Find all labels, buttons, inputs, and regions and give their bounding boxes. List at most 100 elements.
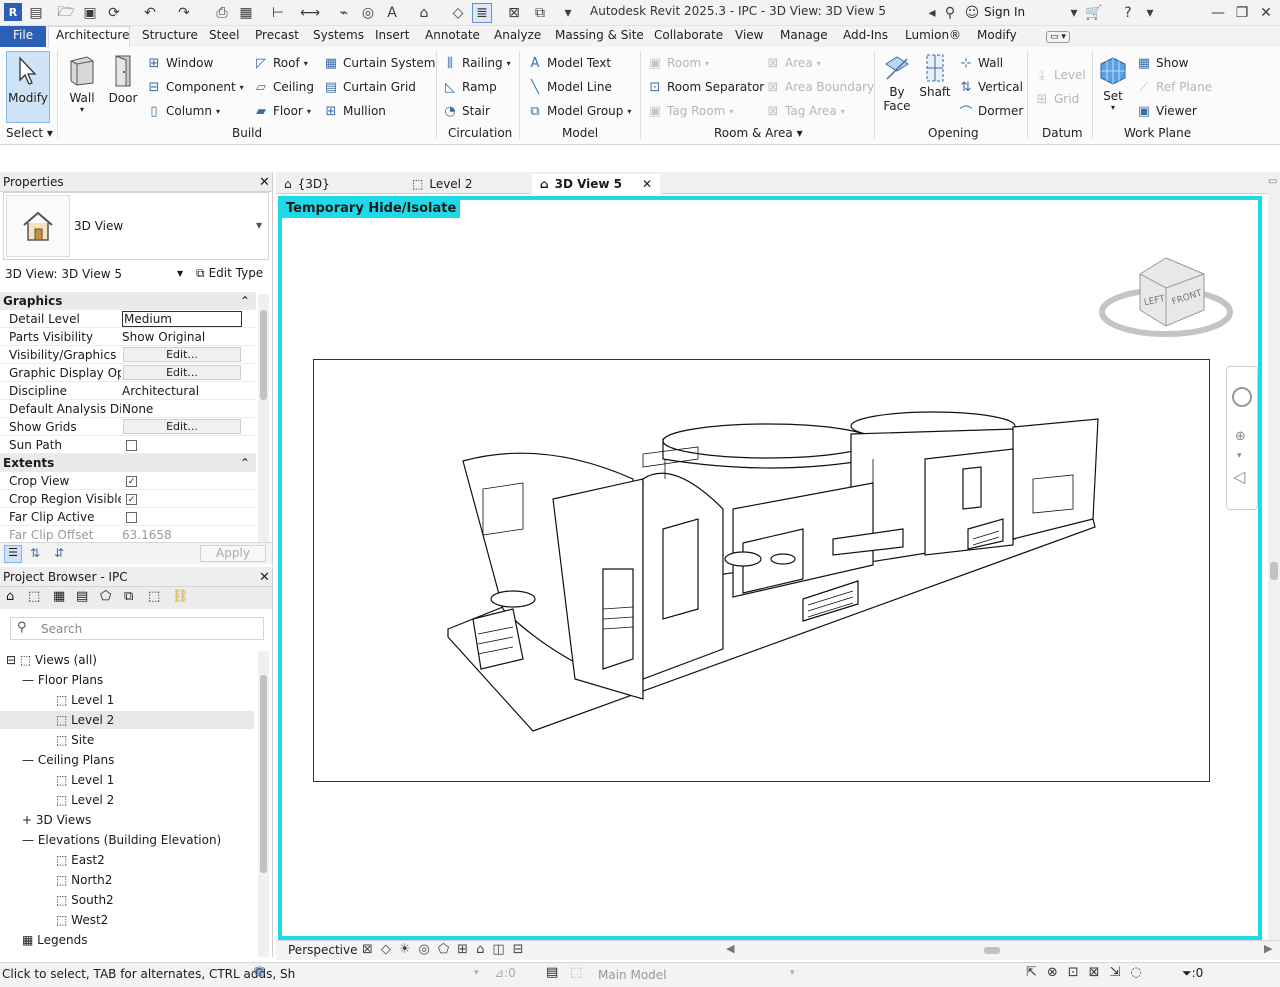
revit-logo-icon[interactable]: R: [4, 3, 22, 21]
design-options-icon[interactable]: ▤: [546, 965, 558, 980]
type-dropdown-icon[interactable]: ▼: [256, 221, 262, 230]
tree-views-all[interactable]: ⊟ ⬚ Views (all): [6, 653, 97, 667]
expand-left-icon[interactable]: ◂: [922, 3, 942, 23]
filter-count[interactable]: ⏷:0: [1182, 966, 1203, 981]
edit-type-button[interactable]: ⧉ Edit Type: [196, 266, 263, 281]
browser-close-icon[interactable]: ✕: [259, 570, 270, 585]
tag-area-button[interactable]: ⊠ Tag Area ▾: [765, 102, 845, 120]
tab-view[interactable]: View: [735, 28, 763, 42]
print-icon[interactable]: ⎙: [212, 3, 232, 23]
design-option-field[interactable]: Main Model: [598, 968, 667, 982]
tab-structure[interactable]: Structure: [142, 28, 198, 42]
tree-floor-level-1[interactable]: ⬚ Level 1: [56, 693, 114, 707]
level-button[interactable]: ⤓ Level: [1034, 66, 1086, 84]
cloud-icon[interactable]: ◎: [358, 3, 378, 23]
cart-icon[interactable]: 🛒: [1084, 3, 1104, 23]
view-control-icons[interactable]: ⊠◇☀◎⬠⊞⌂◫⊟: [362, 942, 532, 957]
building-model-3d[interactable]: [313, 359, 1210, 782]
crop-region-visible-checkbox[interactable]: ✓: [126, 494, 137, 505]
shaft-button[interactable]: Shaft: [916, 53, 954, 99]
show-grids-edit-button[interactable]: Edit...: [123, 419, 241, 434]
select-panel-label[interactable]: Select ▾: [6, 126, 53, 140]
tab-annotate[interactable]: Annotate: [425, 28, 480, 42]
browser-schedules-icon[interactable]: ▤: [76, 589, 88, 604]
mullion-button[interactable]: ⊞ Mullion: [323, 102, 386, 120]
restore-icon[interactable]: ❐: [1232, 3, 1252, 23]
curtain-system-button[interactable]: ▦ Curtain System: [323, 54, 436, 72]
tree-south2[interactable]: ⬚ South2: [56, 893, 114, 907]
instance-selector[interactable]: 3D View: 3D View 5: [5, 267, 122, 281]
redo-icon[interactable]: ↷: [174, 3, 194, 23]
tag-room-button[interactable]: ▣ Tag Room ▾: [647, 102, 733, 120]
vertical-scrollbar[interactable]: [1268, 190, 1280, 940]
properties-scrollbar[interactable]: [258, 294, 269, 542]
apply-button[interactable]: Apply: [200, 545, 266, 562]
vertical-opening-button[interactable]: ⇅ Vertical: [958, 78, 1023, 96]
section-icon[interactable]: ◇: [448, 3, 468, 23]
tab-add-ins[interactable]: Add-Ins: [843, 28, 888, 42]
tree-3d-views[interactable]: + 3D Views: [22, 813, 91, 827]
sign-in-dropdown-icon[interactable]: ▾: [1064, 3, 1084, 23]
tab-architecture[interactable]: Architecture: [56, 28, 129, 42]
sync-icon[interactable]: ⟳: [104, 3, 124, 23]
save-icon[interactable]: ▣: [80, 3, 100, 23]
detail-level-field[interactable]: Medium: [122, 311, 242, 327]
area-boundary-button[interactable]: ⊠ Area Boundary: [765, 78, 875, 96]
column-button[interactable]: ▯ Column ▾: [146, 102, 220, 120]
by-face-button[interactable]: By Face: [878, 53, 916, 113]
tab-manage[interactable]: Manage: [780, 28, 828, 42]
projection-label[interactable]: Perspective: [288, 943, 358, 957]
design-option-dropdown-icon[interactable]: ▾: [790, 968, 795, 978]
sort-ascending-icon[interactable]: ⇅: [30, 546, 40, 560]
properties-close-icon[interactable]: ✕: [259, 175, 270, 190]
open-icon[interactable]: 🗁: [56, 3, 76, 23]
tab-insert[interactable]: Insert: [375, 28, 409, 42]
tab-file[interactable]: File: [13, 28, 33, 42]
vg-edit-button[interactable]: Edit...: [123, 347, 241, 362]
help-dropdown-icon[interactable]: ▾: [1140, 3, 1160, 23]
ref-plane-button[interactable]: ⟋ Ref Plane: [1136, 78, 1212, 96]
tab-systems[interactable]: Systems: [313, 28, 364, 42]
tree-ceiling-level-1[interactable]: ⬚ Level 1: [56, 773, 114, 787]
wall-opening-button[interactable]: ⊹ Wall: [958, 54, 1004, 72]
selection-filter-icons[interactable]: ⇱⊗⊡⊠⇲◌: [1026, 965, 1152, 980]
tab-precast[interactable]: Precast: [255, 28, 299, 42]
tab-analyze[interactable]: Analyze: [494, 28, 541, 42]
ramp-button[interactable]: ◺ Ramp: [442, 78, 497, 96]
set-workplane-button[interactable]: Set ▾: [1096, 53, 1130, 112]
browser-search-input[interactable]: ⚲ Search: [10, 617, 264, 640]
browser-views-icon[interactable]: ⬚: [28, 589, 40, 604]
graphic-display-edit-button[interactable]: Edit...: [123, 365, 241, 380]
model-group-button[interactable]: ⧉ Model Group ▾: [527, 102, 631, 120]
tree-floor-level-2[interactable]: ⬚ Level 2: [56, 713, 114, 727]
viewer-button[interactable]: ▣ Viewer: [1136, 102, 1197, 120]
door-button[interactable]: Door: [104, 53, 142, 105]
hscroll-thumb[interactable]: [984, 947, 1000, 954]
tab-collaborate[interactable]: Collaborate: [654, 28, 723, 42]
zoom-icon[interactable]: ⊕: [1235, 429, 1246, 444]
exclude-options-icon[interactable]: ⬚: [570, 965, 582, 980]
extents-group[interactable]: Extents ⌃: [0, 454, 256, 472]
tree-east2[interactable]: ⬚ East2: [56, 853, 105, 867]
categorized-icon[interactable]: ☰: [4, 545, 22, 563]
area-button[interactable]: ⊠ Area ▾: [765, 54, 821, 72]
browser-links-icon[interactable]: ⬚: [148, 589, 160, 604]
browser-scroll-thumb[interactable]: [260, 675, 267, 873]
tree-west2[interactable]: ⬚ West2: [56, 913, 108, 927]
sun-path-checkbox[interactable]: [126, 440, 137, 451]
tab-modify[interactable]: Modify: [977, 28, 1017, 42]
steering-wheel-icon[interactable]: [1232, 387, 1252, 407]
zoom-dropdown-icon[interactable]: ▾: [1237, 451, 1242, 461]
binoculars-icon[interactable]: ⚲: [940, 3, 960, 23]
properties-scroll-thumb[interactable]: [260, 310, 267, 400]
room-area-panel-label[interactable]: Room & Area ▾: [714, 126, 803, 140]
minimize-icon[interactable]: —: [1208, 3, 1228, 23]
tag-icon[interactable]: ⌁: [334, 3, 354, 23]
view-tab-3d-view-5[interactable]: ⌂ 3D View 5 ✕: [532, 174, 660, 194]
help-icon[interactable]: ?: [1118, 3, 1138, 23]
ribbon-toggle-icon[interactable]: ▭ ▾: [1046, 31, 1070, 43]
room-button[interactable]: ▣ Room ▾: [647, 54, 709, 72]
model-line-button[interactable]: ╲ Model Line: [527, 78, 612, 96]
switch-windows-icon[interactable]: ⧉: [530, 3, 550, 23]
instance-dropdown-icon[interactable]: ▼: [177, 269, 183, 278]
